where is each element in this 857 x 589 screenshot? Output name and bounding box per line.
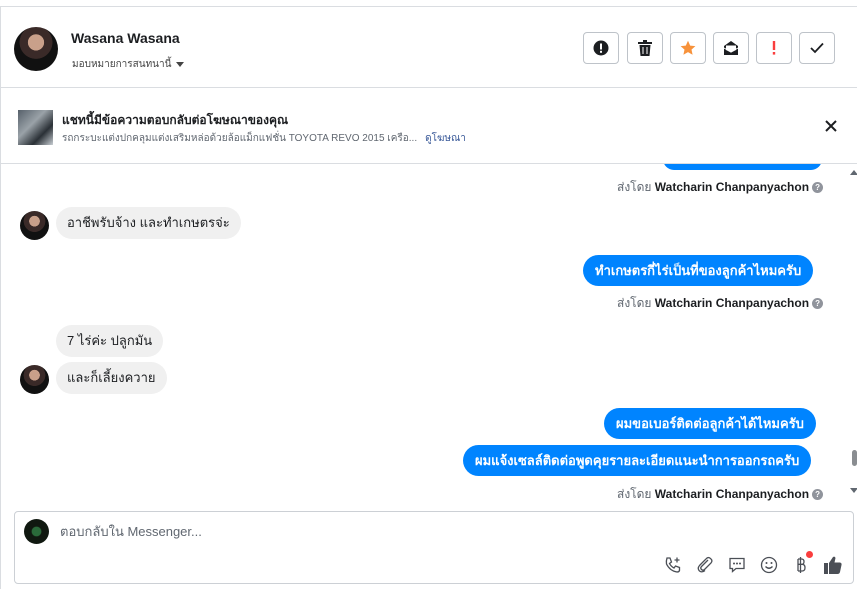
message-bubble-incoming: และก็เลี้ยงควาย — [56, 362, 167, 394]
ad-reply-banner: แชทนี้มีข้อความตอบกลับต่อโฆษณาของคุณ รถก… — [0, 88, 857, 164]
emoji-button[interactable] — [759, 555, 779, 575]
help-icon[interactable]: ? — [812, 489, 824, 501]
contact-avatar-small[interactable] — [20, 211, 49, 240]
attach-button[interactable] — [695, 555, 715, 575]
contact-avatar-small[interactable] — [20, 365, 49, 394]
trash-icon — [638, 40, 652, 56]
notification-dot — [806, 551, 813, 558]
assign-label: มอบหมายการสนทนานี้ — [72, 59, 172, 70]
follow-up-button[interactable] — [756, 32, 792, 64]
thumbs-up-icon — [824, 556, 842, 574]
sent-by-label: ส่งโดย Watcharin Chanpanyachon? — [617, 485, 824, 504]
exclamation-circle-icon — [593, 40, 609, 56]
phone-plus-icon — [665, 557, 681, 573]
reply-composer — [14, 511, 854, 584]
assign-conversation-dropdown[interactable]: มอบหมายการสนทนานี้ — [72, 57, 185, 72]
saved-reply-button[interactable] — [727, 555, 747, 575]
star-icon — [680, 40, 696, 55]
envelope-icon — [723, 41, 739, 55]
ad-description: รถกระบะแต่งปกคลุมแต่งเสริมหล่อด้วยล้อแม็… — [62, 133, 418, 144]
reply-input[interactable] — [60, 524, 560, 539]
message-bubble-incoming: อาชีพรับจ้าง และทำเกษตรจ่ะ — [56, 207, 241, 239]
message-thread[interactable]: ส่งโดย Watcharin Chanpanyachon? อาชีพรับ… — [0, 164, 845, 506]
help-icon[interactable]: ? — [812, 298, 824, 310]
call-button[interactable] — [663, 555, 683, 575]
message-bubble-incoming: 7 ไร่ค่ะ ปลูกมัน — [56, 325, 164, 357]
view-ad-link[interactable]: ดูโฆษณา — [425, 133, 466, 144]
delete-button[interactable] — [627, 32, 663, 64]
ad-banner-title: แชทนี้มีข้อความตอบกลับต่อโฆษณาของคุณ — [62, 113, 289, 127]
scroll-down-arrow[interactable] — [850, 488, 857, 493]
smiley-icon — [760, 556, 778, 574]
exclamation-icon — [772, 41, 776, 55]
help-icon[interactable]: ? — [812, 182, 824, 194]
paperclip-icon — [697, 556, 713, 573]
message-bubble-outgoing: ทำเกษตรกี่ไร่เป็นที่ของลูกค้าไหมครับ — [583, 255, 814, 286]
caret-down-icon — [176, 61, 185, 67]
sent-by-label: ส่งโดย Watcharin Chanpanyachon? — [617, 294, 824, 313]
contact-name[interactable]: Wasana Wasana — [71, 30, 180, 46]
conversation-header: Wasana Wasana มอบหมายการสนทนานี้ — [0, 7, 857, 88]
baht-icon — [797, 557, 806, 573]
page-avatar — [24, 519, 49, 544]
close-icon[interactable] — [824, 119, 838, 133]
like-button[interactable] — [823, 555, 843, 575]
check-icon — [810, 42, 824, 54]
message-bubble-outgoing: ผมแจ้งเซลล์ติดต่อพูดคุยรายละเอียดแนะนำกา… — [463, 445, 812, 476]
message-bubble-outgoing-partial — [663, 164, 822, 170]
payment-button[interactable] — [791, 551, 813, 575]
scrollbar-thumb[interactable] — [852, 450, 857, 466]
star-button[interactable] — [670, 32, 706, 64]
mark-spam-button[interactable] — [583, 32, 619, 64]
ad-banner-subtitle: รถกระบะแต่งปกคลุมแต่งเสริมหล่อด้วยล้อแม็… — [62, 131, 466, 146]
sent-by-label: ส่งโดย Watcharin Chanpanyachon? — [617, 178, 824, 197]
chat-bubble-icon — [729, 557, 745, 573]
scroll-up-arrow[interactable] — [850, 170, 857, 175]
message-bubble-outgoing: ผมขอเบอร์ติดต่อลูกค้าได้ไหมครับ — [604, 408, 816, 439]
mark-done-button[interactable] — [799, 32, 835, 64]
contact-avatar[interactable] — [14, 27, 58, 71]
ad-thumbnail[interactable] — [18, 110, 53, 145]
mark-unread-button[interactable] — [713, 32, 749, 64]
